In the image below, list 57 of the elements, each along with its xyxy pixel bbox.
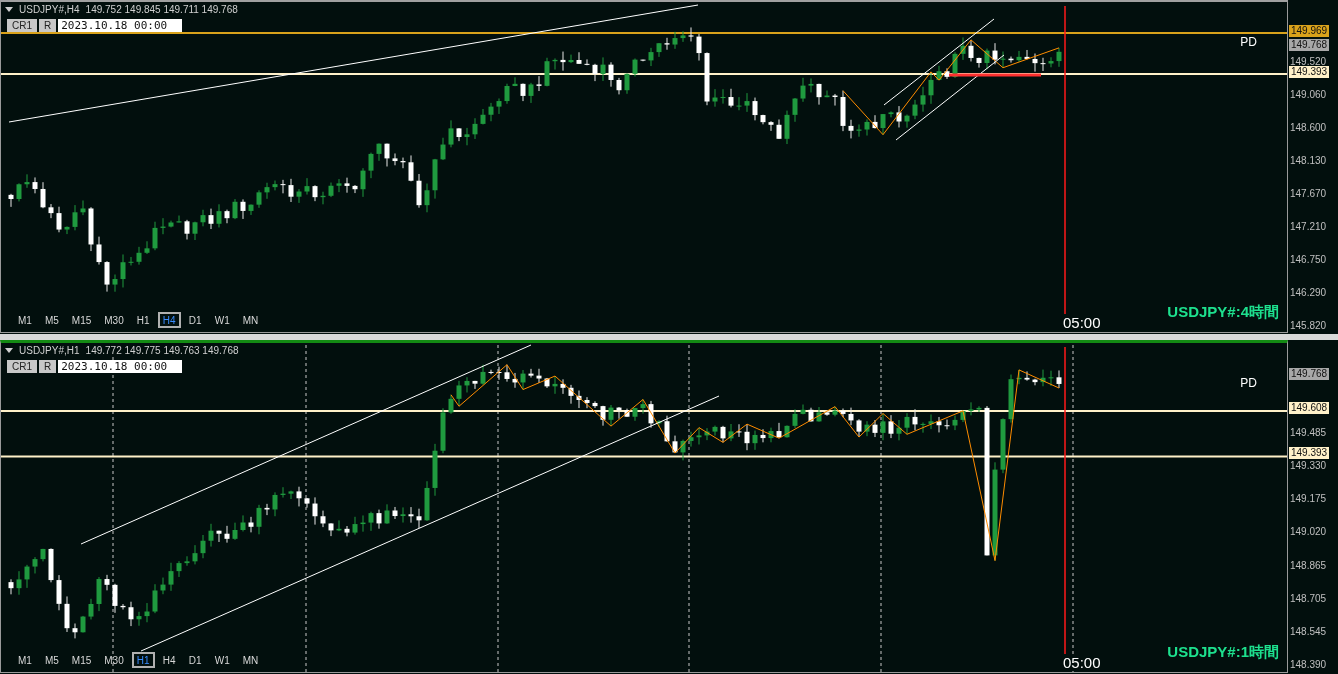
timeframe-button[interactable]: D1: [183, 312, 207, 328]
ohlc-values: 149.752 149.845 149.711 149.768: [85, 4, 238, 15]
axis-tick-label: 147.670: [1290, 188, 1327, 199]
toolbar-button[interactable]: R: [39, 19, 57, 32]
timeframe-button[interactable]: M30: [99, 312, 129, 328]
price-tag: 149.393: [1289, 66, 1330, 79]
axis-tick-label: 148.865: [1290, 559, 1327, 571]
toolbar-button[interactable]: CR1: [7, 360, 37, 373]
axis-tick-label: 148.390: [1290, 659, 1327, 670]
axis-tick-label: 149.330: [1290, 460, 1327, 472]
price-tag: 149.768: [1289, 39, 1330, 52]
date-field[interactable]: 2023.10.18 00:00: [58, 19, 183, 32]
timeframe-button[interactable]: W1: [209, 652, 235, 668]
marker-label: PD: [1240, 376, 1257, 390]
axis-tick-label: 146.290: [1290, 287, 1327, 298]
timeframe-button[interactable]: MN: [237, 652, 264, 668]
timeframe-button[interactable]: M15: [66, 652, 97, 668]
date-field[interactable]: 2023.10.18 00:00: [58, 360, 183, 373]
timeframe-button[interactable]: M5: [39, 652, 64, 668]
axis-tick-label: 149.485: [1290, 427, 1327, 438]
timeframe-button[interactable]: M1: [13, 652, 37, 668]
price-tag: 149.969: [1289, 24, 1330, 37]
timeframe-button[interactable]: H4: [157, 652, 181, 668]
timeframe-button[interactable]: MN: [237, 312, 264, 328]
axis-tick-label: 145.820: [1290, 320, 1327, 331]
timeframe-button[interactable]: W1: [209, 312, 235, 328]
axis-tick-label: 148.545: [1290, 625, 1327, 637]
axis-tick-label: 149.020: [1290, 526, 1327, 538]
axis-tick-label: 149.175: [1290, 493, 1327, 505]
axis-tick-label: 149.520: [1290, 56, 1327, 67]
symbol-title: USDJPY#,H1: [19, 345, 80, 356]
axis-tick-label: 146.750: [1290, 254, 1327, 265]
axis-tick-label: 148.705: [1290, 592, 1327, 604]
symbol-title: USDJPY#,H4: [19, 4, 80, 15]
price-tag: 149.608: [1289, 401, 1330, 414]
timeframe-button[interactable]: M30: [99, 652, 129, 668]
axis-tick-label: 149.060: [1290, 89, 1327, 100]
marker-label: PD: [1240, 35, 1257, 49]
ohlc-values: 149.772 149.775 149.763 149.768: [85, 345, 239, 356]
timeframe-button[interactable]: D1: [183, 652, 207, 668]
toolbar-button[interactable]: R: [39, 360, 57, 373]
price-tag: 149.768: [1289, 368, 1330, 381]
timeframe-button[interactable]: H1: [131, 652, 155, 668]
timeframe-button[interactable]: M5: [39, 312, 64, 328]
timeframe-button[interactable]: H4: [157, 312, 181, 328]
timeframe-button[interactable]: M15: [66, 312, 97, 328]
axis-tick-label: 148.130: [1290, 155, 1327, 166]
timeframe-button[interactable]: M1: [13, 312, 37, 328]
chart-caption: USDJPY#:4時間: [1167, 303, 1279, 322]
chart-caption: USDJPY#:1時間: [1167, 643, 1279, 662]
axis-tick-label: 147.210: [1290, 221, 1327, 232]
timeframe-button[interactable]: H1: [131, 312, 155, 328]
time-label: 05:00: [1063, 314, 1101, 331]
axis-tick-label: 148.600: [1290, 122, 1327, 133]
price-tag: 149.393: [1289, 447, 1330, 460]
time-label: 05:00: [1063, 654, 1101, 671]
toolbar-button[interactable]: CR1: [7, 19, 37, 32]
